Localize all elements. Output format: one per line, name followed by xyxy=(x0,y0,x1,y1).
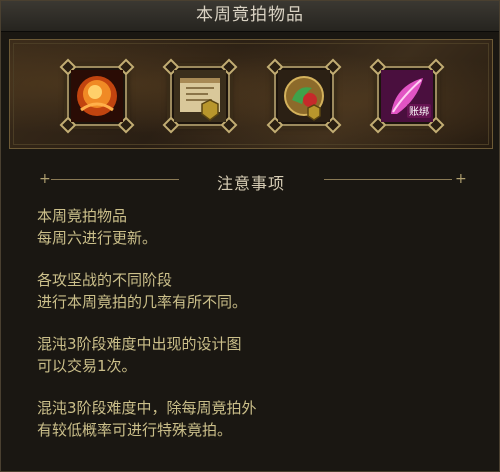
note-paragraph: 混沌3阶段难度中，除每周竟拍外 有较低概率可进行特殊竟拍。 xyxy=(37,399,257,439)
pink-feather-tag-icon: 账绑 xyxy=(381,70,433,122)
green-red-emblem-icon xyxy=(278,70,330,122)
item-slot-2[interactable] xyxy=(162,58,238,134)
notes-section-header: + 注意事项 + xyxy=(39,171,467,193)
item-slot-3[interactable] xyxy=(266,58,342,134)
blueprint-scroll-icon xyxy=(174,70,226,122)
item-slot-4[interactable]: 账绑 xyxy=(369,58,445,134)
notes-section-title: 注意事项 xyxy=(216,174,285,193)
window-title: 本周竟拍物品 xyxy=(196,5,304,25)
note-paragraph: 各攻坚战的不同阶段 进行本周竟拍的几率有所不同。 xyxy=(37,271,248,311)
note-paragraph: 混沌3阶段难度中出现的设计图 可以交易1次。 xyxy=(37,335,242,375)
divider-plus-right: + xyxy=(455,171,467,187)
account-bound-tag: 账绑 xyxy=(409,106,429,118)
item-slot-1[interactable] xyxy=(59,58,135,134)
note-paragraph: 本周竟拍物品 每周六进行更新。 xyxy=(37,207,158,247)
fire-gem-icon xyxy=(71,70,123,122)
item-panel: 账绑 xyxy=(9,39,493,149)
auction-items-window: 本周竟拍物品 账绑 + 注意事项 + 本周竟拍物品 每周六进行更新。 各攻坚战的… xyxy=(0,0,500,472)
notes-list: 本周竟拍物品 每周六进行更新。 各攻坚战的不同阶段 进行本周竟拍的几率有所不同。… xyxy=(37,205,477,461)
title-bar[interactable]: 本周竟拍物品 xyxy=(1,1,499,32)
divider-line-right xyxy=(324,179,452,180)
